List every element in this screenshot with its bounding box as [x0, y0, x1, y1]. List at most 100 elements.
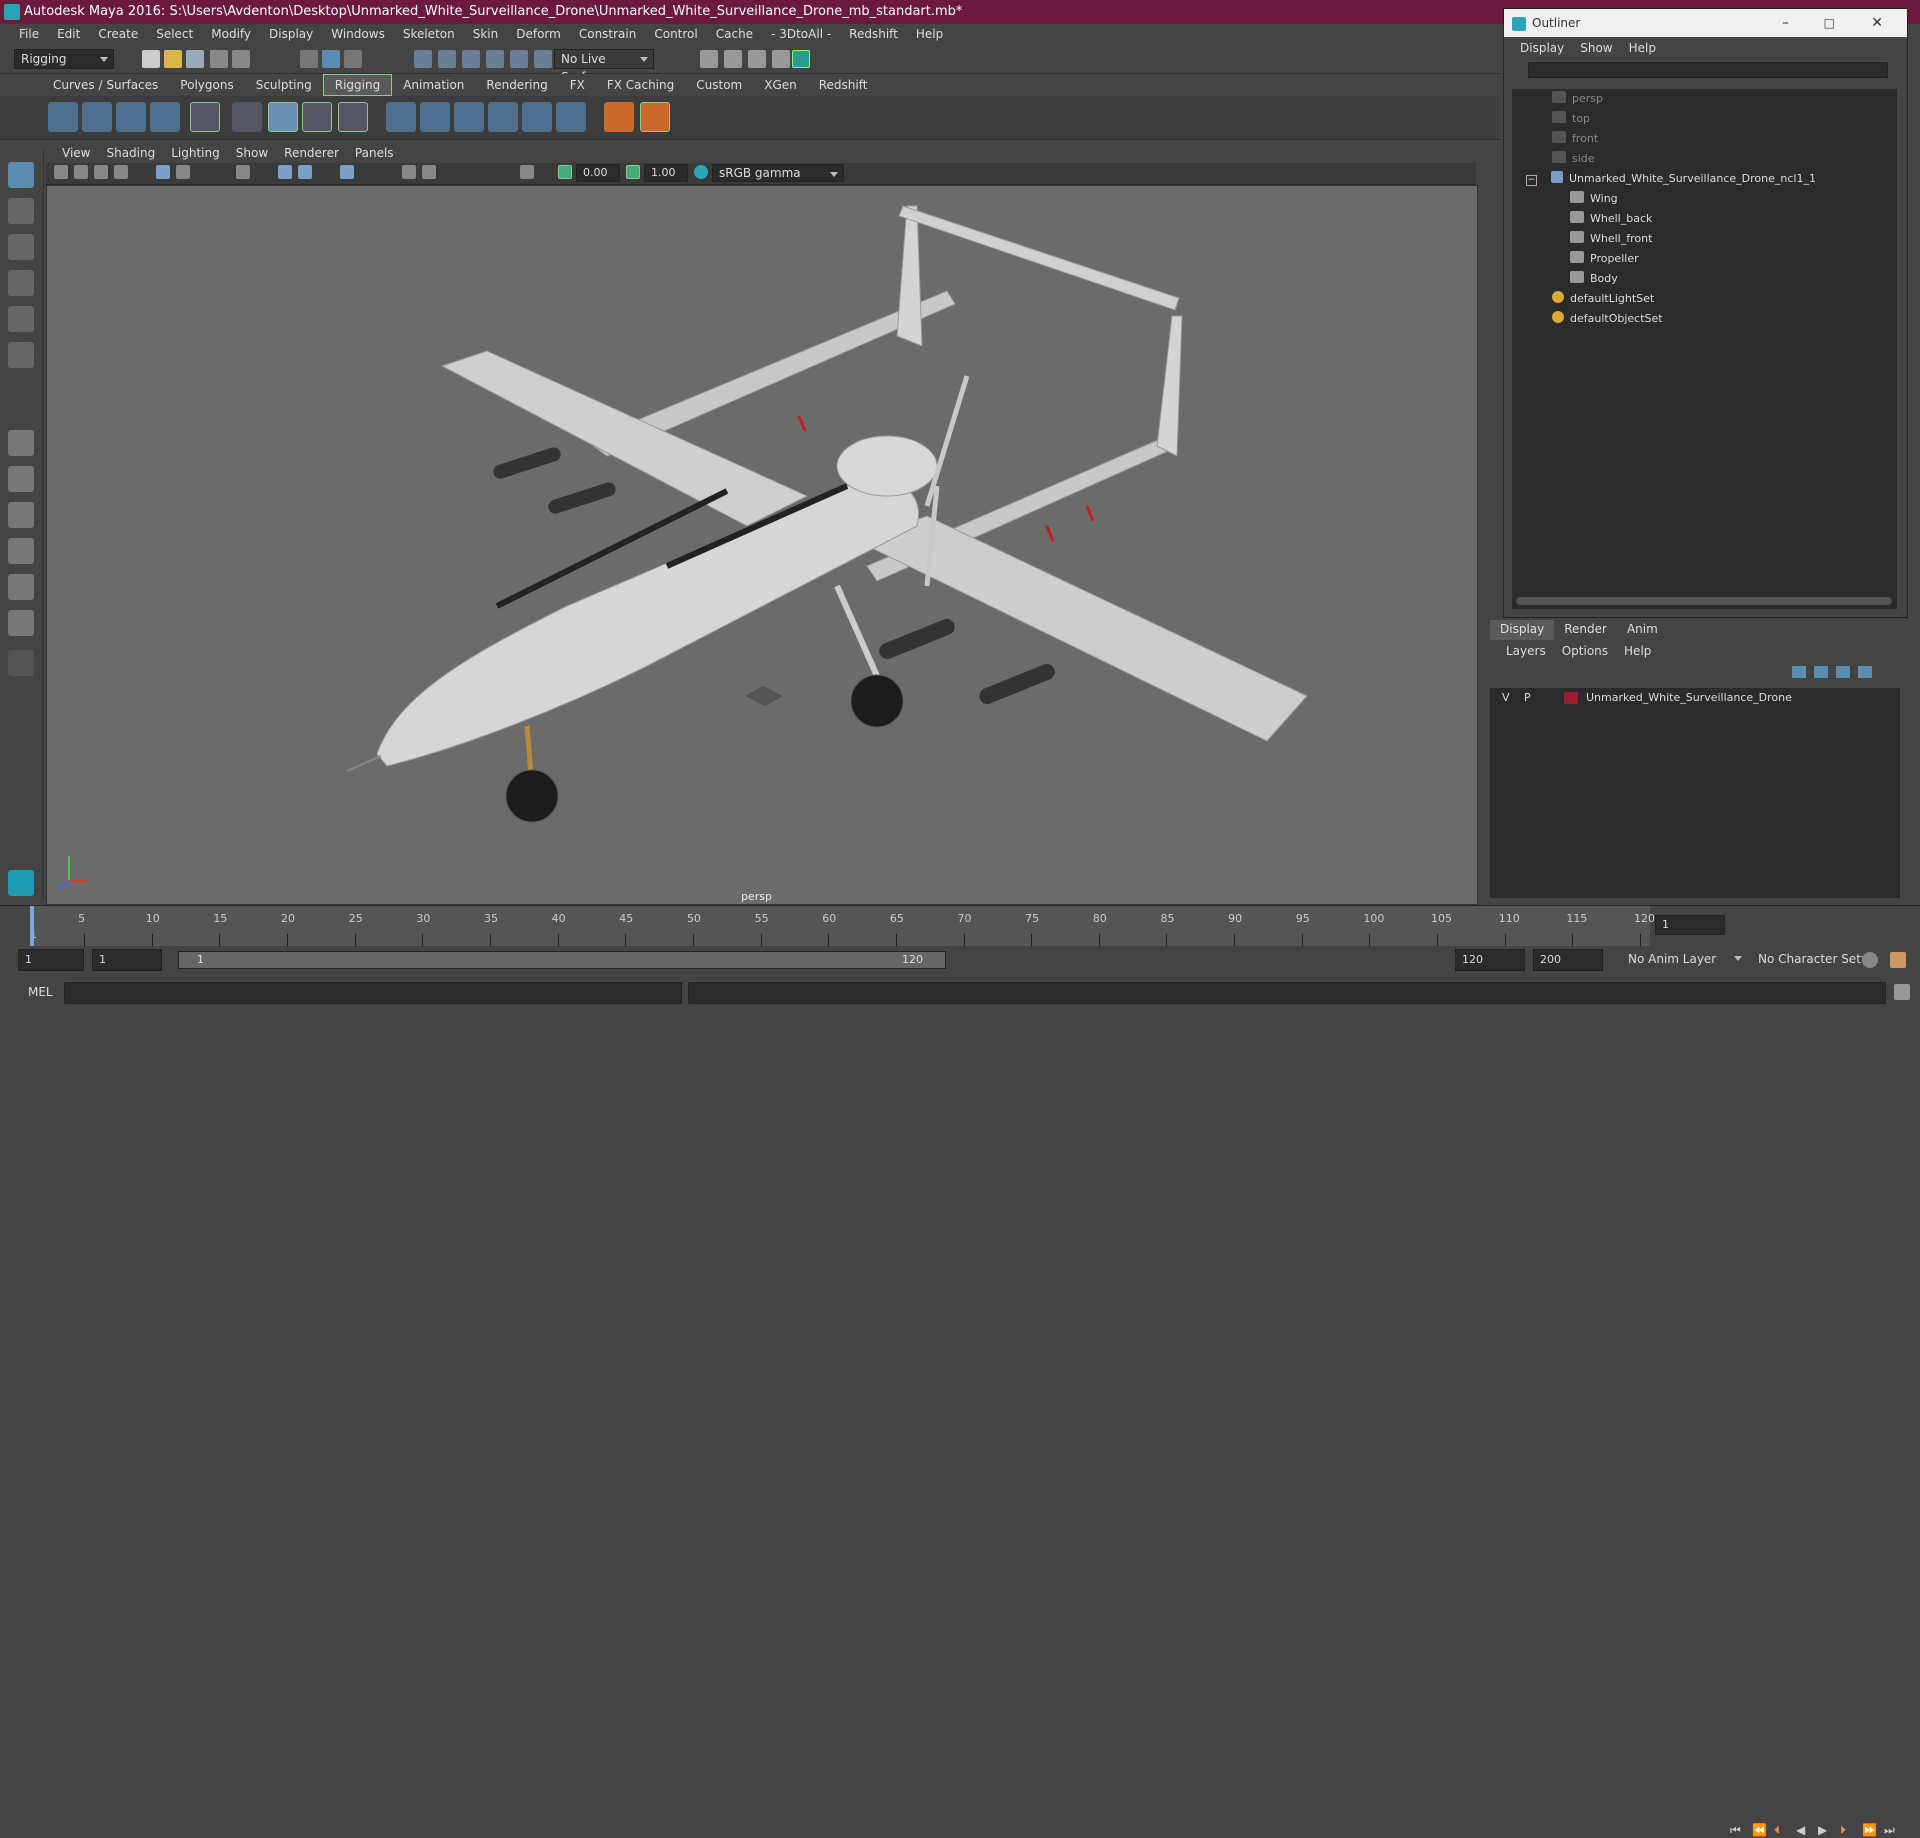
render-settings-icon[interactable]: [772, 50, 790, 68]
quick-rig-icon[interactable]: [190, 102, 220, 132]
joint-tool-icon[interactable]: [48, 102, 78, 132]
render-current-icon[interactable]: [724, 50, 742, 68]
outliner-item[interactable]: persp: [1552, 89, 1603, 109]
step-forward-frame-icon[interactable]: ⏵: [1840, 1823, 1854, 1837]
ik-handle-icon[interactable]: [82, 102, 112, 132]
panel-menu-renderer[interactable]: Renderer: [276, 146, 347, 160]
outliner-menu-show[interactable]: Show: [1572, 41, 1620, 55]
isolate-icon[interactable]: [520, 165, 534, 179]
preferences-icon[interactable]: [1890, 952, 1906, 968]
point-constraint-icon[interactable]: [420, 102, 450, 132]
outliner-item[interactable]: front: [1552, 129, 1598, 149]
outliner-item[interactable]: Wing: [1570, 189, 1618, 209]
camera-select-icon[interactable]: [54, 165, 68, 179]
layout-two-icon[interactable]: [8, 502, 34, 528]
outliner-menu-help[interactable]: Help: [1621, 41, 1664, 55]
menu-skeleton[interactable]: Skeleton: [394, 27, 464, 41]
orient-constraint-icon[interactable]: [454, 102, 484, 132]
menu-help[interactable]: Help: [907, 27, 952, 41]
layer-row[interactable]: V P Unmarked_White_Surveillance_Drone: [1490, 688, 1900, 708]
insert-joint-icon[interactable]: [150, 102, 180, 132]
tab-animation[interactable]: Animation: [392, 75, 475, 95]
ssao-icon[interactable]: [402, 165, 416, 179]
tab-sculpting[interactable]: Sculpting: [245, 75, 323, 95]
menu-deform[interactable]: Deform: [507, 27, 570, 41]
menu-display[interactable]: Display: [260, 27, 322, 41]
menu-file[interactable]: File: [10, 27, 48, 41]
tab-polygons[interactable]: Polygons: [169, 75, 244, 95]
snap-grid-icon[interactable]: [414, 50, 432, 68]
layer-visibility-toggle[interactable]: V: [1502, 688, 1510, 708]
snap-surface-icon[interactable]: [510, 50, 528, 68]
safe-action-icon[interactable]: [236, 165, 250, 179]
outliner-hscrollbar[interactable]: [1516, 597, 1892, 605]
tab-display-layers[interactable]: Display: [1490, 620, 1555, 640]
tab-curves-surfaces[interactable]: Curves / Surfaces: [42, 75, 169, 95]
layer-color-swatch[interactable]: [1564, 692, 1578, 704]
start-time-field[interactable]: 1: [18, 949, 84, 971]
locator-icon[interactable]: [604, 102, 634, 132]
menu-create[interactable]: Create: [89, 27, 147, 41]
time-ruler[interactable]: 1510152025303540455055606570758085909510…: [30, 906, 1655, 946]
paint-select-icon[interactable]: [8, 234, 34, 260]
auto-key-icon[interactable]: [1862, 952, 1878, 968]
colorspace-dropdown[interactable]: sRGB gamma: [712, 164, 844, 182]
tab-custom[interactable]: Custom: [685, 75, 753, 95]
minimize-icon[interactable]: –: [1782, 9, 1789, 37]
image-plane-icon[interactable]: [114, 165, 128, 179]
menu-control[interactable]: Control: [645, 27, 706, 41]
layer-menu-options[interactable]: Options: [1554, 644, 1616, 658]
gamma-field[interactable]: 1.00: [644, 164, 688, 182]
motion-blur-icon[interactable]: [422, 165, 436, 179]
anim-layer-dropdown[interactable]: No Anim Layer: [1622, 949, 1747, 971]
move-layer-down-icon[interactable]: [1814, 666, 1828, 678]
current-frame-field[interactable]: 1: [1655, 915, 1725, 935]
tab-render-layers[interactable]: Render: [1554, 620, 1617, 640]
tab-xgen[interactable]: XGen: [753, 75, 808, 95]
layer-name[interactable]: Unmarked_White_Surveillance_Drone: [1586, 688, 1792, 708]
tab-fx-caching[interactable]: FX Caching: [596, 75, 685, 95]
tab-redshift[interactable]: Redshift: [808, 75, 879, 95]
tab-anim-layers[interactable]: Anim: [1617, 620, 1668, 640]
rotate-tool-icon[interactable]: [8, 306, 34, 332]
new-layer-icon[interactable]: [1836, 666, 1850, 678]
maximize-icon[interactable]: □: [1824, 9, 1835, 37]
command-language-label[interactable]: MEL: [28, 985, 53, 999]
outliner-menu-display[interactable]: Display: [1512, 41, 1572, 55]
exposure-icon[interactable]: [558, 165, 572, 179]
grid-toggle-icon[interactable]: [156, 165, 170, 179]
new-scene-icon[interactable]: [142, 50, 160, 68]
outliner-item[interactable]: top: [1552, 109, 1590, 129]
script-editor-icon[interactable]: [1894, 984, 1910, 1000]
color-management-icon[interactable]: [694, 165, 708, 179]
aim-constraint-icon[interactable]: [522, 102, 552, 132]
live-surface-icon[interactable]: [534, 50, 552, 68]
menu-set-dropdown[interactable]: Rigging: [14, 49, 114, 69]
menu-edit[interactable]: Edit: [48, 27, 89, 41]
outliner-item[interactable]: Propeller: [1570, 249, 1639, 269]
layout-more-icon[interactable]: [8, 650, 34, 676]
undo-icon[interactable]: [210, 50, 228, 68]
panel-menu-shading[interactable]: Shading: [98, 146, 163, 160]
menu-skin[interactable]: Skin: [464, 27, 508, 41]
open-scene-icon[interactable]: [164, 50, 182, 68]
playback-end-field[interactable]: 120: [1455, 949, 1525, 971]
smooth-bind-icon[interactable]: [268, 102, 298, 132]
range-slider[interactable]: 1 120: [178, 951, 946, 969]
time-slider[interactable]: 1510152025303540455055606570758085909510…: [0, 905, 1920, 1837]
ipr-render-icon[interactable]: [748, 50, 766, 68]
playback-start-field[interactable]: 1: [92, 949, 162, 971]
menu-3dtoall[interactable]: - 3DtoAll -: [762, 27, 840, 41]
new-layer-selected-icon[interactable]: [1858, 666, 1872, 678]
save-scene-icon[interactable]: [186, 50, 204, 68]
drone-model[interactable]: [47, 186, 1478, 905]
wireframe-icon[interactable]: [278, 165, 292, 179]
snap-point-icon[interactable]: [462, 50, 480, 68]
parent-constraint-icon[interactable]: [386, 102, 416, 132]
command-input[interactable]: [64, 982, 682, 1004]
layout-single-icon[interactable]: [8, 430, 34, 456]
panel-menu-view[interactable]: View: [54, 146, 98, 160]
live-surface-field[interactable]: No Live Surface: [554, 49, 654, 84]
bookmark-icon[interactable]: [94, 165, 108, 179]
panel-menu-show[interactable]: Show: [228, 146, 276, 160]
